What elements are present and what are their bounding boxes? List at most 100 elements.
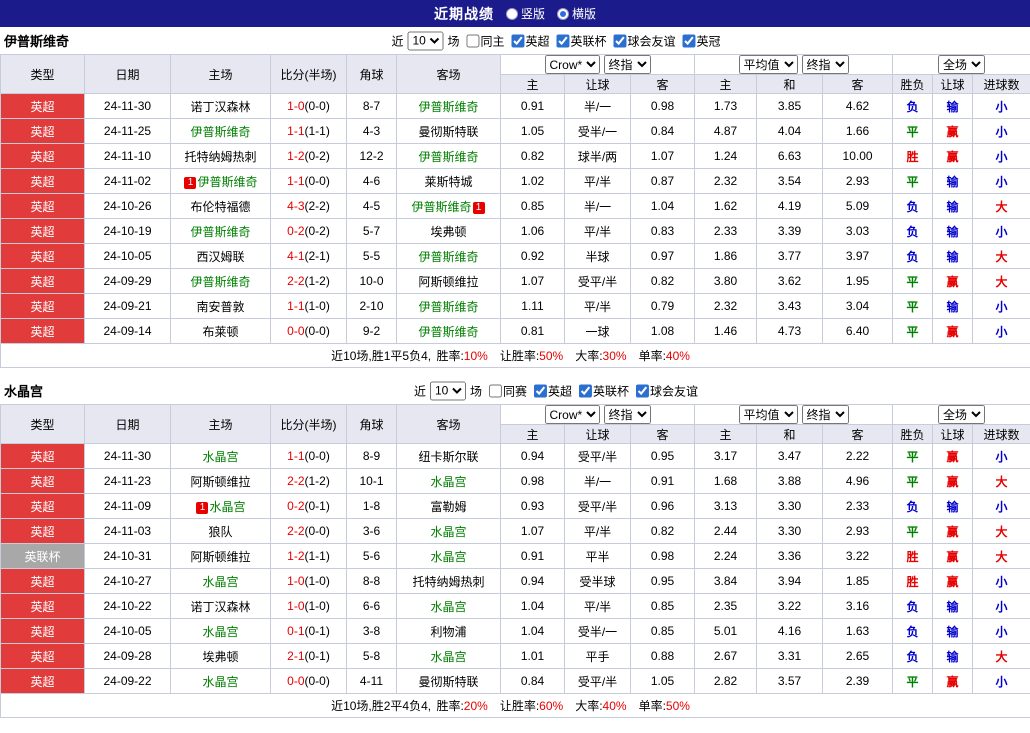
team-link[interactable]: 南安普敦 xyxy=(196,300,244,314)
filter-checkbox-0[interactable]: 同主 xyxy=(466,32,504,49)
team-link[interactable]: 纽卡斯尔联 xyxy=(418,450,478,464)
match-date: 24-09-28 xyxy=(84,643,171,669)
team-link[interactable]: 曼彻斯特联 xyxy=(418,675,478,689)
filter-checkbox-3[interactable]: 球会友谊 xyxy=(613,32,676,49)
team-link[interactable]: 水晶宫 xyxy=(202,575,238,589)
team-link[interactable]: 埃弗顿 xyxy=(202,650,238,664)
team-link[interactable]: 诺丁汉森林 xyxy=(190,600,250,614)
team-link[interactable]: 水晶宫 xyxy=(202,675,238,689)
halftime-score: (1-1) xyxy=(304,549,330,563)
team-link[interactable]: 伊普斯维奇 xyxy=(418,250,478,264)
team-link[interactable]: 伊普斯维奇 xyxy=(411,200,471,214)
match-date: 24-10-19 xyxy=(84,218,171,244)
match-date: 24-10-05 xyxy=(84,618,171,644)
team-link[interactable]: 阿斯顿维拉 xyxy=(418,275,478,289)
filter-checkbox-3[interactable]: 球会友谊 xyxy=(636,382,698,399)
checkbox-input[interactable] xyxy=(556,34,570,47)
euro-home-odds: 2.67 xyxy=(694,643,758,669)
asia-handicap: 受平/半 xyxy=(564,443,631,469)
outcome-result: 平 xyxy=(892,443,934,469)
corner-count: 4-3 xyxy=(346,118,397,144)
filter-checkbox-2[interactable]: 英联杯 xyxy=(579,382,629,399)
team-link[interactable]: 阿斯顿维拉 xyxy=(190,550,250,564)
checkbox-input[interactable] xyxy=(682,34,696,47)
team-link[interactable]: 水晶宫 xyxy=(209,500,245,514)
goals-result: 大 xyxy=(972,468,1030,494)
halftime-score: (0-0) xyxy=(304,524,330,538)
team-link[interactable]: 伊普斯维奇 xyxy=(418,150,478,164)
euro-home-odds: 3.17 xyxy=(694,443,758,469)
team-link[interactable]: 水晶宫 xyxy=(202,625,238,639)
team-link[interactable]: 伊普斯维奇 xyxy=(418,300,478,314)
filter-checkbox-0[interactable]: 同赛 xyxy=(488,382,527,399)
team-link[interactable]: 水晶宫 xyxy=(430,600,466,614)
team-link[interactable]: 莱斯特城 xyxy=(424,175,472,189)
team-link[interactable]: 伊普斯维奇 xyxy=(197,175,257,189)
euro-away-odds: 1.85 xyxy=(822,568,894,594)
avg-final-select[interactable]: 终指 xyxy=(801,405,849,424)
summary-stat-label: 让胜率: xyxy=(499,349,540,363)
avg-value-select[interactable]: 平均值 xyxy=(738,55,798,74)
scope-select[interactable]: 全场 xyxy=(938,55,986,74)
scope-select[interactable]: 全场 xyxy=(938,405,986,424)
filter-checkbox-2[interactable]: 英联杯 xyxy=(556,32,607,49)
avg-value-select[interactable]: 平均值 xyxy=(738,405,798,424)
team-link[interactable]: 布伦特福德 xyxy=(190,200,250,214)
checkbox-input[interactable] xyxy=(579,384,593,397)
odds-final-select[interactable]: 终指 xyxy=(603,55,651,74)
checkbox-input[interactable] xyxy=(534,384,547,397)
team-link[interactable]: 布莱顿 xyxy=(202,325,238,339)
team-link[interactable]: 伊普斯维奇 xyxy=(190,225,250,239)
filter-checkbox-4[interactable]: 英冠 xyxy=(682,32,721,49)
team-link[interactable]: 伊普斯维奇 xyxy=(418,325,478,339)
outcome-result: 胜 xyxy=(892,543,934,569)
checkbox-input[interactable] xyxy=(511,34,525,47)
checkbox-input[interactable] xyxy=(636,384,650,397)
team-link[interactable]: 伊普斯维奇 xyxy=(190,275,250,289)
euro-draw-odds: 3.85 xyxy=(756,93,824,119)
match-count-select[interactable]: 10 xyxy=(429,381,466,400)
goals-result: 小 xyxy=(972,218,1030,244)
filter-checkbox-1[interactable]: 英超 xyxy=(534,382,572,399)
team-link[interactable]: 曼彻斯特联 xyxy=(418,125,478,139)
odds-company-select[interactable]: Crow* xyxy=(544,55,600,74)
team-link[interactable]: 水晶宫 xyxy=(430,525,466,539)
team-link[interactable]: 托特纳姆热刺 xyxy=(412,575,484,589)
checkbox-input[interactable] xyxy=(613,34,627,47)
league-badge: 英超 xyxy=(0,193,85,219)
team-link[interactable]: 富勒姆 xyxy=(430,500,466,514)
match-row: 英联杯 24-10-31 阿斯顿维拉 1-2(1-1) 5-6 水晶宫 0.91 平半 0.98… xyxy=(0,543,1030,569)
asia-away-odds: 0.85 xyxy=(629,618,696,644)
team-link[interactable]: 利物浦 xyxy=(430,625,466,639)
checkbox-input[interactable] xyxy=(466,34,480,47)
handicap-result: 输 xyxy=(932,293,974,319)
euro-home-odds: 2.82 xyxy=(694,668,758,694)
home-team: 西汉姆联 xyxy=(170,243,271,269)
checkbox-input[interactable] xyxy=(488,384,502,397)
asia-away-odds: 0.83 xyxy=(629,218,696,244)
summary-stat-label: 胜率: xyxy=(436,349,464,363)
team-link[interactable]: 阿斯顿维拉 xyxy=(190,475,250,489)
team-link[interactable]: 埃弗顿 xyxy=(430,225,466,239)
team-link[interactable]: 托特纳姆热刺 xyxy=(184,150,256,164)
team-link[interactable]: 西汉姆联 xyxy=(196,250,244,264)
team-link[interactable]: 诺丁汉森林 xyxy=(190,100,250,114)
odds-final-select[interactable]: 终指 xyxy=(603,405,651,424)
checkbox-label: 同主 xyxy=(480,34,505,48)
team-link[interactable]: 伊普斯维奇 xyxy=(418,100,478,114)
asia-handicap: 受平/半 xyxy=(564,493,631,519)
euro-away-odds: 2.33 xyxy=(822,493,894,519)
avg-final-select[interactable]: 终指 xyxy=(801,55,849,74)
team-link[interactable]: 水晶宫 xyxy=(430,475,466,489)
layout-option-horizontal[interactable]: 横版 xyxy=(557,5,596,22)
filter-checkbox-1[interactable]: 英超 xyxy=(511,32,550,49)
team-link[interactable]: 狼队 xyxy=(208,525,232,539)
layout-option-vertical[interactable]: 竖版 xyxy=(505,5,545,22)
team-link[interactable]: 水晶宫 xyxy=(430,650,466,664)
team-link[interactable]: 伊普斯维奇 xyxy=(190,125,250,139)
team-link[interactable]: 水晶宫 xyxy=(202,450,238,464)
team-link[interactable]: 水晶宫 xyxy=(430,550,466,564)
corner-count: 10-1 xyxy=(346,468,397,494)
match-count-select[interactable]: 10 xyxy=(407,31,444,50)
odds-company-select[interactable]: Crow* xyxy=(544,405,600,424)
